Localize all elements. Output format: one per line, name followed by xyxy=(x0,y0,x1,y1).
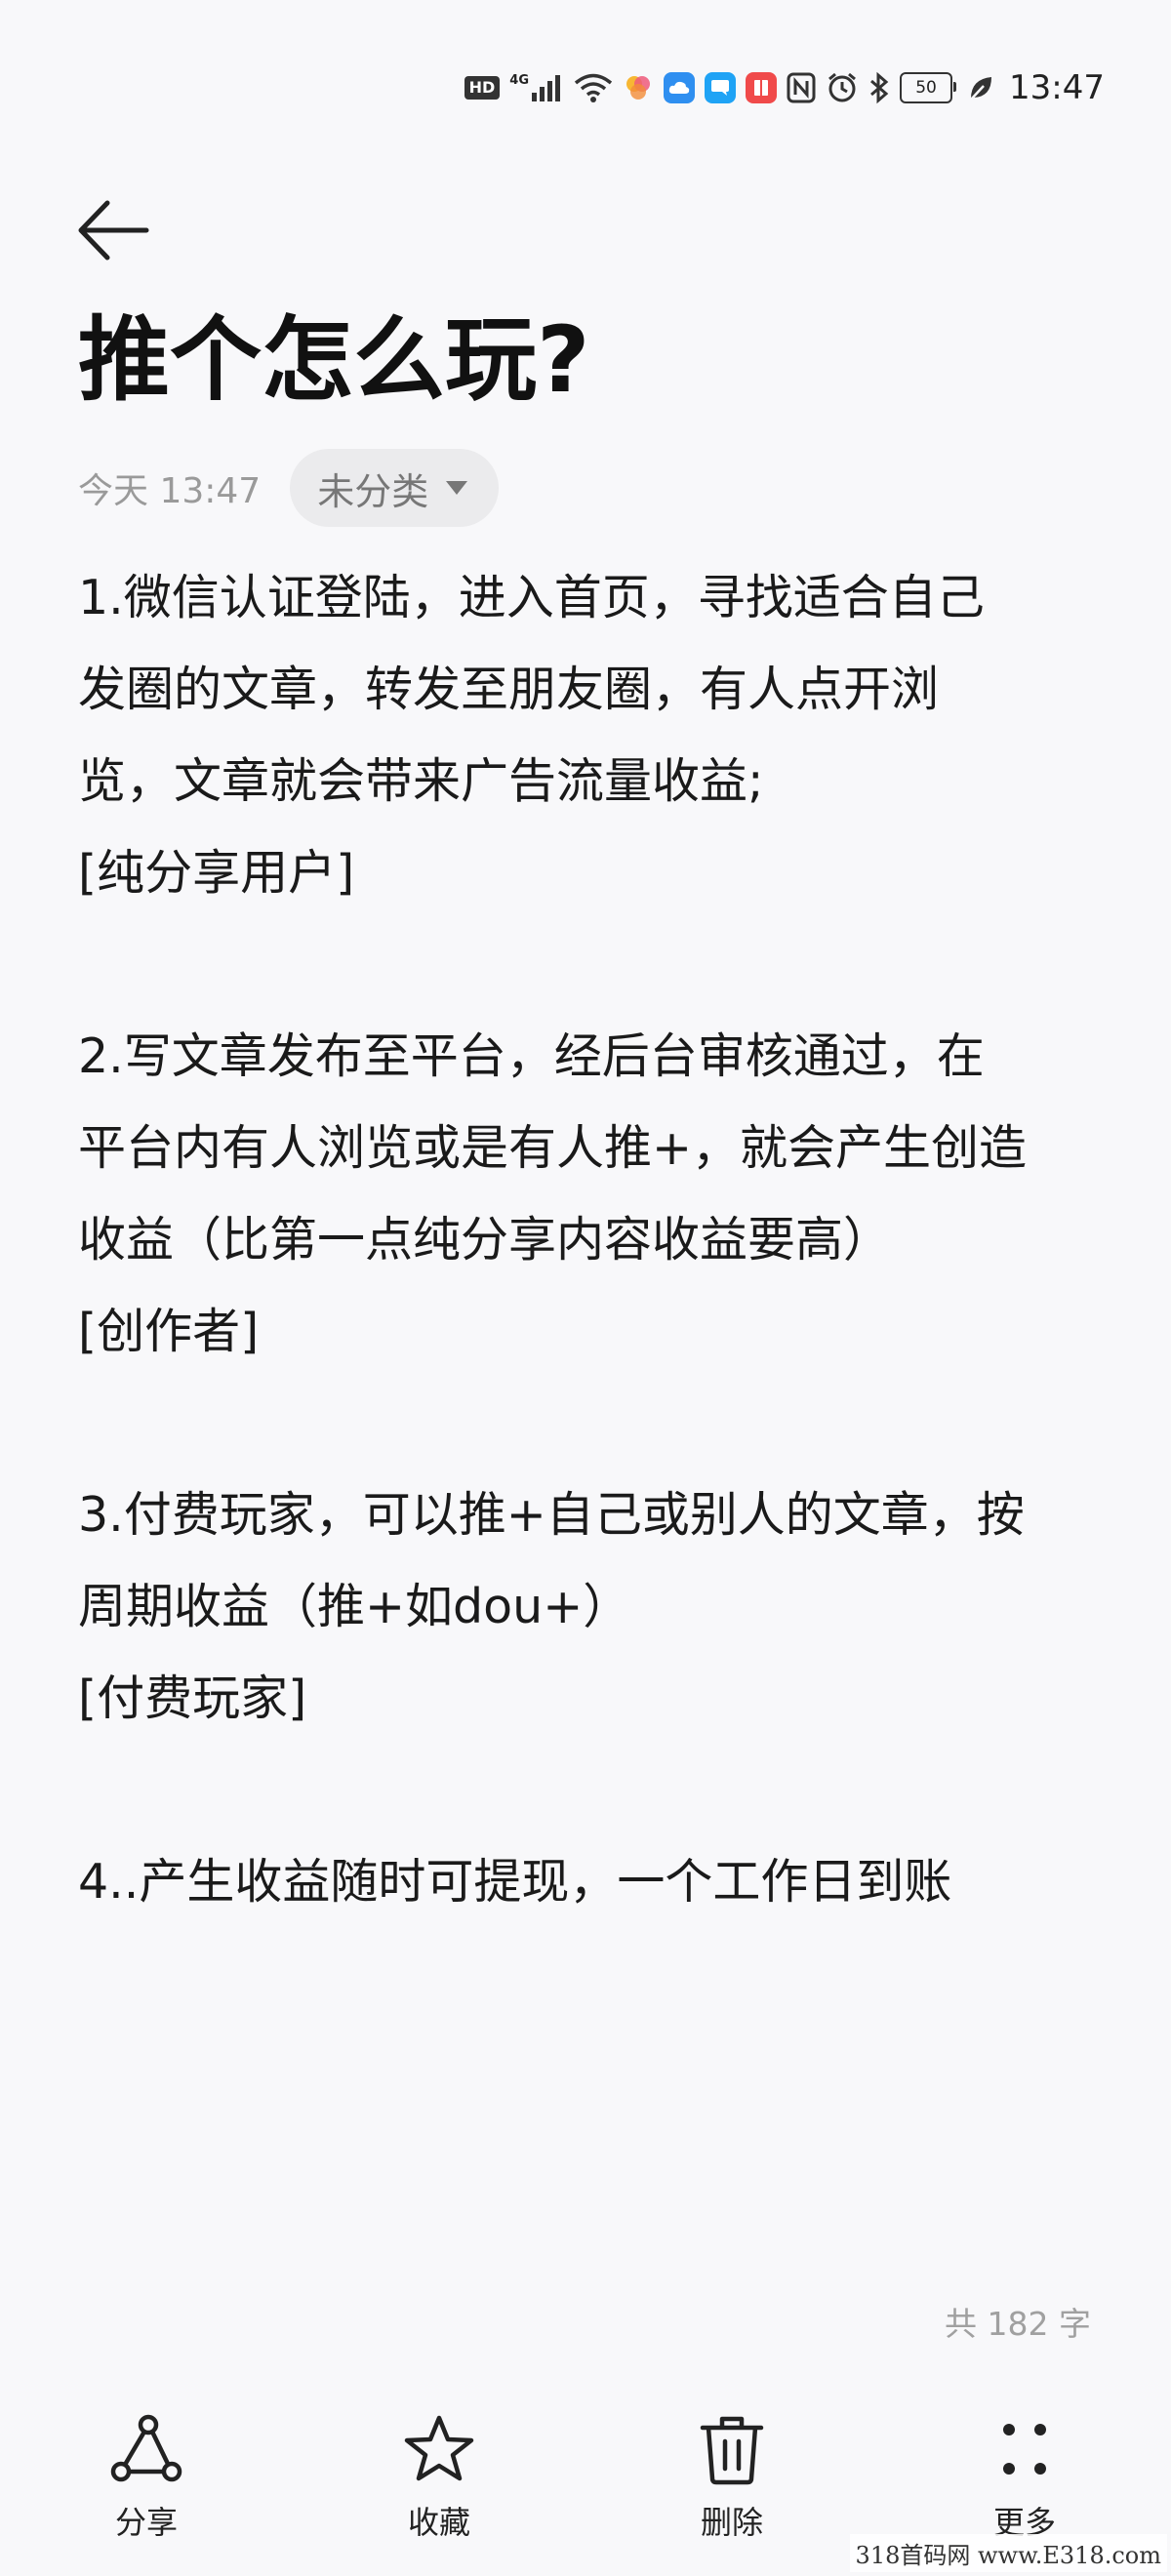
note-line: [付费玩家] xyxy=(78,1670,307,1726)
status-bar: HD 4G 50 13:47 xyxy=(464,60,1105,115)
share-label: 分享 xyxy=(114,2504,178,2541)
note-line: 4..产生收益随时可提现，一个工作日到账 xyxy=(78,1854,952,1910)
message-app-icon xyxy=(705,70,737,105)
more-dots-icon xyxy=(986,2410,1064,2488)
nfc-icon xyxy=(787,70,816,105)
word-count: 共 182 字 xyxy=(945,2305,1091,2343)
back-button[interactable] xyxy=(76,191,164,269)
note-line: 收益（比第一点纯分享内容收益要高） xyxy=(78,1212,892,1268)
note-blank-line xyxy=(78,1745,1112,1836)
note-blank-line xyxy=(78,1378,1112,1469)
note-line: 1.微信认证登陆，进入首页，寻找适合自己 xyxy=(78,570,985,625)
favorite-label: 收藏 xyxy=(407,2504,470,2541)
watermark: 318首码网 www.E318.com xyxy=(849,2534,1167,2572)
note-line: 周期收益（推+如dou+） xyxy=(78,1579,631,1634)
status-time: 13:47 xyxy=(1009,68,1105,107)
delete-button[interactable]: 删除 xyxy=(586,2410,878,2576)
bluetooth-icon xyxy=(868,70,890,105)
note-meta: 今天 13:47 未分类 xyxy=(78,449,500,527)
note-blank-line xyxy=(78,919,1112,1011)
share-button[interactable]: 分享 xyxy=(0,2410,293,2576)
note-line: 览，文章就会带来广告流量收益; xyxy=(78,753,764,809)
note-body[interactable]: 1.微信认证登陆，进入首页，寻找适合自己 发圈的文章，转发至朋友圈，有人点开浏 … xyxy=(78,552,1112,1928)
note-line: 3.付费玩家，可以推+自己或别人的文章，按 xyxy=(78,1487,1025,1543)
category-dropdown[interactable]: 未分类 xyxy=(290,449,500,527)
arrow-left-icon xyxy=(78,200,149,261)
trash-icon xyxy=(693,2410,771,2488)
delete-label: 删除 xyxy=(700,2504,763,2541)
photos-app-icon xyxy=(623,70,654,105)
note-line: [纯分享用户] xyxy=(78,845,355,901)
signal-icon xyxy=(531,70,564,105)
cloud-app-icon xyxy=(664,70,696,105)
favorite-button[interactable]: 收藏 xyxy=(293,2410,586,2576)
star-icon xyxy=(400,2410,478,2488)
category-label: 未分类 xyxy=(317,469,429,513)
wifi-icon xyxy=(574,70,613,105)
chevron-down-icon xyxy=(446,481,468,495)
note-line: 平台内有人浏览或是有人推+，就会产生创造 xyxy=(78,1120,1028,1176)
alarm-icon xyxy=(826,70,859,105)
eco-leaf-icon xyxy=(968,70,993,105)
note-line: 2.写文章发布至平台，经后台审核通过，在 xyxy=(78,1028,985,1084)
network-type: 4G xyxy=(509,72,530,88)
note-date: 今天 13:47 xyxy=(78,471,262,511)
note-line: 发圈的文章，转发至朋友圈，有人点开浏 xyxy=(78,662,940,717)
reader-app-icon xyxy=(746,70,778,105)
note-title: 推个怎么玩? xyxy=(78,307,590,414)
hd-icon: HD xyxy=(464,70,501,105)
battery-icon: 50 xyxy=(900,70,957,105)
note-line: [创作者] xyxy=(78,1304,260,1359)
share-icon xyxy=(107,2410,185,2488)
